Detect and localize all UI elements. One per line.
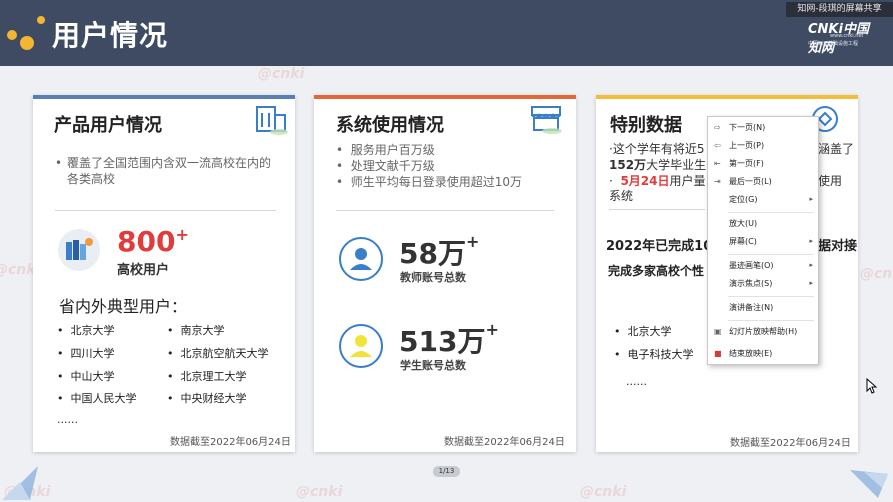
watermark: @cnki — [296, 484, 343, 500]
menu-separator — [728, 320, 814, 321]
special-line: 使用 — [818, 174, 843, 188]
list-item: • 南京大学 — [167, 324, 225, 337]
page-title: 用户情况 — [52, 19, 169, 52]
first-icon: ⇤ — [714, 159, 721, 168]
submenu-arrow-icon: ▸ — [809, 279, 813, 287]
next-icon: ⇨ — [714, 123, 721, 132]
divider — [336, 210, 554, 211]
footnote: 数据截至2022年06月24日 — [730, 438, 851, 449]
menu-item-focus[interactable]: 演示焦点(S) ▸ — [708, 275, 818, 292]
screen-share-tag: 知网-段琪的屏幕共享 — [786, 2, 893, 17]
list-item: • 四川大学 — [57, 347, 115, 360]
menu-item-end-show[interactable]: ■ 结束放映(E) — [708, 345, 818, 362]
mouse-cursor-icon — [866, 378, 878, 394]
card-accent-bar — [596, 95, 858, 99]
menu-item-screen[interactable]: 屏幕(C) ▸ — [708, 233, 818, 250]
context-menu: ⇨ 下一页(N) ⇦ 上一页(P) ⇤ 第一页(F) ⇥ 最后一页(L) 定位(G) ▸ … — [707, 116, 819, 365]
menu-separator — [728, 296, 814, 297]
menu-item-goto[interactable]: 定位(G) ▸ — [708, 191, 818, 208]
divider — [55, 210, 276, 211]
list-item: • 北京大学 — [614, 325, 672, 338]
special-line: ·这个学年有将近5 — [609, 142, 705, 156]
corner-decor-left — [2, 466, 38, 500]
menu-item-next[interactable]: ⇨ 下一页(N) — [708, 119, 818, 136]
logo-sub: 中国知识基础设施工程 — [808, 41, 859, 47]
stat-label: 学生账号总数 — [400, 359, 466, 372]
stat-value: 800+ — [117, 225, 189, 258]
stat-label: 高校用户 — [117, 263, 170, 278]
card-title: 产品用户情况 — [54, 115, 162, 136]
corner-decor-right — [850, 470, 888, 498]
stat-label: 教师账号总数 — [400, 271, 466, 284]
list-item: • 北京航空航天大学 — [167, 347, 269, 360]
submenu-arrow-icon: ▸ — [809, 261, 813, 269]
special-line: 152万大学毕业生 — [609, 158, 707, 172]
title-bar: 用户情况 CNKi中国知网 www.cnki.net 中国知识基础设施工程 — [0, 0, 893, 66]
submenu-arrow-icon: ▸ — [809, 195, 813, 203]
stat-number: 800 — [117, 225, 176, 258]
list-item: • 北京大学 — [57, 324, 115, 337]
building-icon — [256, 106, 288, 135]
store-icon — [531, 106, 562, 134]
last-icon: ⇥ — [714, 177, 721, 186]
list-item: • 北京理工大学 — [167, 370, 247, 383]
divider — [609, 209, 705, 210]
special-line: 系统 — [609, 189, 634, 203]
footnote: 数据截至2022年06月24日 — [444, 437, 565, 448]
page-indicator: 1/13 — [433, 466, 460, 477]
menu-item-zoom[interactable]: 放大(U) — [708, 215, 818, 232]
ellipsis: ...... — [626, 375, 647, 388]
card-bullet: • 服务用户百万级 — [336, 143, 435, 157]
card-bullet: • 覆盖了全国范围内含双一流高校在内的各类高校 — [55, 155, 275, 187]
menu-item-notes[interactable]: 演讲备注(N) — [708, 299, 818, 316]
card-system-usage: 系统使用情况 • 服务用户百万级 • 处理文献千万级 • 师生平均每日登录使用超… — [314, 95, 576, 452]
list-item: • 电子科技大学 — [614, 348, 694, 361]
menu-item-ink-pen[interactable]: 墨迹画笔(O) ▸ — [708, 257, 818, 274]
cnki-logo: CNKi中国知网 www.cnki.net 中国知识基础设施工程 — [808, 18, 880, 56]
student-avatar-icon — [339, 324, 383, 368]
teacher-avatar-icon — [339, 237, 383, 281]
stat-value: 513万+ — [399, 320, 499, 358]
watermark: @cnki — [258, 66, 305, 82]
card-title: 系统使用情况 — [336, 115, 444, 136]
stat-plus: + — [175, 225, 189, 244]
special-line: 2022年已完成10 — [606, 239, 713, 254]
list-item: • 中国人民大学 — [57, 392, 137, 405]
menu-item-prev[interactable]: ⇦ 上一页(P) — [708, 137, 818, 154]
logo-url: www.cnki.net — [830, 33, 864, 39]
end-show-icon: ■ — [714, 349, 722, 358]
menu-item-help[interactable]: ▣ 幻灯片放映帮助(H) — [708, 323, 818, 340]
special-line: 完成多家高校个性 — [608, 264, 705, 278]
list-item: • 中山大学 — [57, 370, 115, 383]
card-bullet: • 处理文献千万级 — [336, 159, 435, 173]
card-accent-bar — [314, 95, 576, 99]
special-line: 涵盖了 — [818, 142, 855, 156]
subhead: 省内外典型用户： — [59, 297, 188, 316]
footnote: 数据截至2022年06月24日 — [170, 437, 291, 448]
card-bullet: • 师生平均每日登录使用超过10万 — [336, 175, 522, 189]
watermark: @cnki — [860, 266, 893, 282]
watermark: @cnki — [580, 484, 627, 500]
menu-item-first[interactable]: ⇤ 第一页(F) — [708, 155, 818, 172]
university-icon — [58, 229, 100, 271]
list-item: • 中央财经大学 — [167, 392, 247, 405]
prev-icon: ⇦ — [714, 141, 721, 150]
card-title: 特别数据 — [610, 115, 682, 136]
card-accent-bar — [33, 95, 295, 99]
stat-value: 58万+ — [399, 232, 480, 270]
ellipsis: ...... — [57, 413, 78, 426]
menu-separator — [728, 212, 814, 213]
menu-item-last[interactable]: ⇥ 最后一页(L) — [708, 173, 818, 190]
bullet-text: 覆盖了全国范围内含双一流高校在内的各类高校 — [67, 156, 272, 186]
submenu-arrow-icon: ▸ — [809, 237, 813, 245]
help-icon: ▣ — [714, 327, 722, 336]
special-line: 据对接 — [818, 239, 858, 254]
card-product-users: 产品用户情况 • 覆盖了全国范围内含双一流高校在内的各类高校 800+ 高校用户… — [33, 95, 295, 452]
menu-separator — [728, 254, 814, 255]
